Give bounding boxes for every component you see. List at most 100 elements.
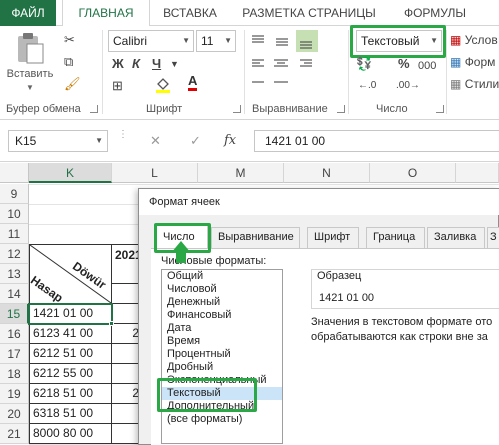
paste-label: Вставить [6,68,54,80]
sample-label: Образец [315,270,364,282]
table-cell[interactable]: 6318 51 00 [29,404,112,424]
thousands-button[interactable]: 000 [418,58,436,74]
font-launcher-icon[interactable] [233,105,241,113]
row-header[interactable]: 11 [0,224,29,244]
enter-icon[interactable]: ✓ [190,133,201,149]
tab-page-layout[interactable]: РАЗМЕТКА СТРАНИЦЫ [234,0,384,26]
row-header[interactable]: 10 [0,204,29,224]
chevron-down-icon[interactable]: ▼ [170,56,179,72]
clipboard-launcher-icon[interactable] [90,105,98,113]
sample-value: 1421 01 00 [319,292,375,304]
font-group-label: Шрифт [146,103,183,115]
table-cell[interactable]: 6212 51 00 [29,344,112,364]
clipboard-group-label: Буфер обмена [6,103,81,115]
row-header[interactable]: 13 [0,264,29,284]
italic-button[interactable]: К [132,56,140,72]
row-header[interactable]: 14 [0,284,29,304]
tab-insert[interactable]: ВСТАВКА [152,0,228,26]
cancel-icon[interactable]: ✕ [150,133,161,149]
fill-color-icon[interactable] [155,76,171,98]
percent-button[interactable]: % [398,56,410,72]
alignment-launcher-icon[interactable] [337,105,345,113]
paste-button[interactable]: Вставить ▼ [6,32,54,92]
select-all-corner[interactable] [0,163,29,183]
list-item[interactable]: Дробный [162,361,282,374]
row-header[interactable]: 19 [0,384,29,404]
tab-home[interactable]: ГЛАВНАЯ [62,0,150,27]
number-group-label: Число [376,103,408,115]
tab-alignment[interactable]: Выравнивание [211,227,300,248]
chevron-down-icon: ▼ [182,36,190,45]
list-item[interactable]: (все форматы) [162,413,282,426]
format-as-table-button[interactable]: ▦ Форм [450,54,495,70]
row-header[interactable]: 21 [0,424,29,444]
alignment-group-label: Выравнивание [252,103,328,115]
font-name-combo[interactable]: Calibri ▼ [108,30,194,52]
insert-function-button[interactable]: fx [224,133,236,149]
bold-button[interactable]: Ж [112,56,124,72]
tab-fill[interactable]: Заливка [427,227,485,248]
description-line: Значения в текстовом формате ото [311,316,493,328]
font-size-combo[interactable]: 11 ▼ [196,30,236,52]
formula-input[interactable]: 1421 01 00 [254,130,499,152]
tab-file[interactable]: ФАЙЛ [0,0,56,26]
decrease-decimal-icon[interactable]: .00→ [396,78,420,94]
name-box-value: K15 [15,134,37,148]
table-cell[interactable]: 8000 80 00 [29,424,112,444]
row-header[interactable]: 17 [0,344,29,364]
list-item[interactable]: Время [162,335,282,348]
column-header[interactable]: N [284,163,370,183]
number-launcher-icon[interactable] [436,105,444,113]
row-header[interactable]: 12 [0,244,29,264]
cell-styles-button[interactable]: ▦ Стили [450,76,499,92]
group-divider [102,30,103,114]
tab-formulas[interactable]: ФОРМУЛЫ [392,0,478,26]
row-header[interactable]: 20 [0,404,29,424]
column-header[interactable] [456,163,499,183]
conditional-formatting-button[interactable]: ▦ Услов [450,32,498,48]
tab-protection[interactable]: З [487,227,499,248]
format-description: Значения в текстовом формате ото обрабат… [311,315,499,345]
font-size-value: 11 [201,34,214,48]
list-item[interactable]: Денежный [162,296,282,309]
table-cell[interactable]: 6218 51 00 [29,384,112,404]
active-cell-selection [28,303,113,325]
list-item[interactable]: Общий [162,270,282,283]
description-line: обрабатываются как строки вне за [311,331,488,343]
tab-font[interactable]: Шрифт [307,227,359,248]
format-as-table-label: Форм [464,55,496,69]
row-header[interactable]: 18 [0,364,29,384]
list-item[interactable]: Процентный [162,348,282,361]
conditional-formatting-label: Услов [464,33,498,47]
diagonal-header-cell[interactable]: Hasap Döwür [28,244,112,305]
accounting-format-icon[interactable]: 💱 [356,56,372,72]
list-item[interactable]: Числовой [162,283,282,296]
list-item[interactable]: Дата [162,322,282,335]
dialog-title: Формат ячеек [139,189,499,215]
row-header[interactable]: 15 [0,304,29,324]
column-header[interactable]: M [198,163,284,183]
category-list[interactable]: Общий Числовой Денежный Финансовый Дата … [161,269,283,444]
increase-decimal-icon[interactable]: ←.0 [358,78,376,94]
format-as-table-icon: ▦ [450,55,462,69]
row-header[interactable]: 9 [0,184,29,204]
tab-border[interactable]: Граница [366,227,425,248]
arrow-up-icon [171,241,191,253]
category-highlight [157,378,257,412]
borders-icon[interactable]: ⊞ [112,78,123,94]
table-cell[interactable]: 6123 41 00 [29,324,112,344]
fill-handle[interactable] [109,321,114,326]
format-painter-icon[interactable]: 🖌 [64,76,81,92]
cut-icon[interactable]: ✂ [64,32,75,48]
more-icon: ⋮ [118,129,128,140]
column-header[interactable]: L [112,163,198,183]
table-cell[interactable]: 6212 55 00 [29,364,112,384]
name-box[interactable]: K15 ▼ [8,130,108,152]
column-header[interactable]: K [29,163,112,183]
list-item[interactable]: Финансовый [162,309,282,322]
column-header[interactable]: O [370,163,456,183]
underline-button[interactable]: Ч [152,56,161,72]
copy-icon[interactable]: ⧉ [64,54,73,70]
row-header[interactable]: 16 [0,324,29,344]
font-color-button[interactable]: A [188,74,198,91]
